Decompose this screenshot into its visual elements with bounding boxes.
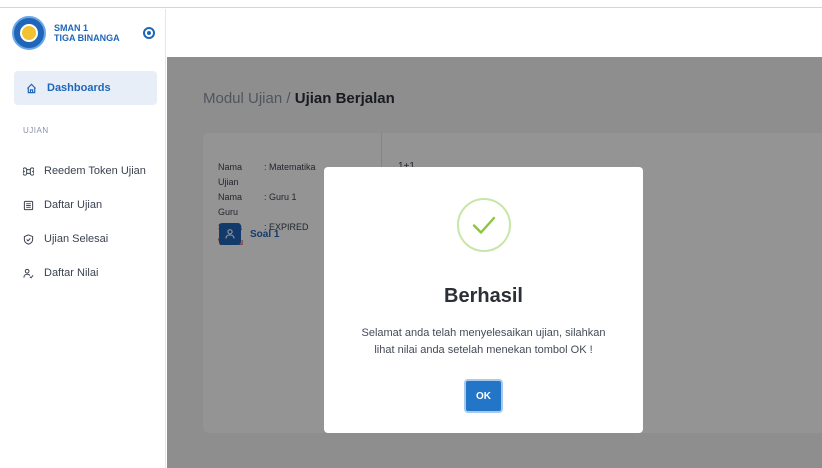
- section-label-ujian: UJIAN: [23, 126, 49, 135]
- sidebar-item-label: Ujian Selesai: [44, 233, 109, 245]
- sidebar-toggle-icon[interactable]: [143, 27, 155, 39]
- list-icon: [23, 200, 34, 210]
- ok-button[interactable]: OK: [464, 379, 503, 413]
- brand[interactable]: SMAN 1 TIGA BINANGA: [0, 9, 166, 57]
- sidebar-item-label: Dashboards: [47, 82, 111, 94]
- home-icon: [26, 83, 37, 93]
- window-top-border: [0, 0, 822, 8]
- school-name-line1: SMAN 1: [54, 23, 89, 33]
- modal-message-line2: lihat nilai anda setelah menekan tombol …: [374, 344, 593, 356]
- sidebar-item-dashboards[interactable]: Dashboards: [14, 71, 157, 105]
- command-icon: [23, 166, 34, 176]
- modal-message: Selamat anda telah menyelesaikan ujian, …: [344, 325, 623, 359]
- sidebar-item-daftar-nilai[interactable]: Daftar Nilai: [23, 265, 98, 281]
- school-name-line2: TIGA BINANGA: [54, 33, 120, 43]
- sidebar-item-label: Daftar Nilai: [44, 267, 99, 279]
- shield-check-icon: [23, 233, 34, 245]
- sidebar-item-ujian-selesai[interactable]: Ujian Selesai: [23, 231, 108, 247]
- sidebar-item-daftar-ujian[interactable]: Daftar Ujian: [23, 197, 102, 213]
- top-navbar: [167, 9, 822, 57]
- school-name: SMAN 1 TIGA BINANGA: [54, 23, 134, 43]
- sidebar-item-label: Reedem Token Ujian: [44, 165, 146, 177]
- success-modal: Berhasil Selamat anda telah menyelesaika…: [324, 167, 643, 433]
- sidebar-item-label: Daftar Ujian: [44, 199, 103, 211]
- school-logo: [12, 16, 46, 50]
- sidebar-item-reedem-token[interactable]: Reedem Token Ujian: [23, 163, 146, 179]
- modal-message-line1: Selamat anda telah menyelesaikan ujian, …: [361, 327, 606, 339]
- modal-title: Berhasil: [444, 285, 523, 307]
- user-check-icon: [23, 268, 34, 279]
- sidebar: SMAN 1 TIGA BINANGA Dashboards UJIAN Ree…: [0, 9, 166, 468]
- success-check-icon: [457, 198, 511, 252]
